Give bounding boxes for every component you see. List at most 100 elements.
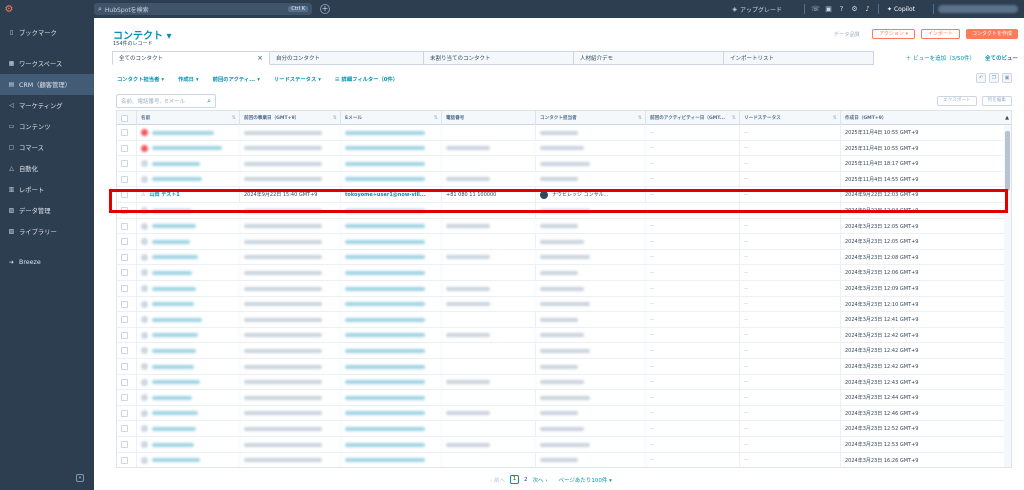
table-row[interactable]: -- -- 2024年3月23日 12:43 GMT+9 bbox=[117, 374, 1011, 391]
sidebar-item-automation[interactable]: △ 自動化 bbox=[0, 158, 94, 179]
column-header-phone[interactable]: 電話番号 bbox=[442, 111, 536, 125]
table-row[interactable]: -- -- 2025年11月4日 14:55 GMT+9 bbox=[117, 171, 1011, 188]
email-link[interactable]: tokoyome+user1@now-vill... bbox=[345, 192, 426, 198]
table-row[interactable]: -- -- 2025年11月4日 10:55 GMT+9 bbox=[117, 140, 1011, 157]
row-checkbox[interactable] bbox=[121, 191, 128, 199]
redacted-name[interactable] bbox=[152, 395, 192, 400]
table-row[interactable]: -- -- 2024年3月23日 12:09 GMT+9 bbox=[117, 281, 1011, 297]
sidebar-item-data-management[interactable]: ▧ データ管理 bbox=[0, 200, 94, 221]
table-row[interactable]: -- -- 2024年3月23日 12:05 GMT+9 bbox=[117, 234, 1011, 250]
table-row-highlighted[interactable]: ⚠ 山田 テスト1 2024年9月22日 15:40 GMT+9 tokoyome+u… bbox=[117, 187, 1011, 203]
redacted-name[interactable] bbox=[152, 224, 196, 229]
page-1-button[interactable]: 1 bbox=[509, 475, 519, 484]
redacted-name[interactable] bbox=[152, 411, 198, 416]
redacted-name[interactable] bbox=[152, 302, 194, 307]
tab-import-list[interactable]: インポートリスト bbox=[724, 51, 874, 65]
all-views-link[interactable]: 全てのビュー bbox=[985, 54, 1018, 62]
redacted-name[interactable] bbox=[152, 458, 200, 463]
row-checkbox[interactable] bbox=[121, 316, 128, 324]
page-2-button[interactable]: 2 bbox=[524, 477, 528, 483]
prev-page-button[interactable]: ‹ 前へ bbox=[490, 476, 505, 484]
add-view-button[interactable]: ＋ ビューを追加（3/50件） bbox=[906, 54, 975, 62]
account-menu[interactable] bbox=[938, 5, 1018, 13]
redacted-name[interactable] bbox=[152, 208, 192, 213]
table-search-input[interactable]: 名前、電話番号、Eメール ⌕ bbox=[116, 94, 216, 108]
redacted-name[interactable] bbox=[152, 442, 194, 447]
upgrade-button[interactable]: ◈ アップグレード bbox=[732, 5, 782, 14]
export-button[interactable]: エクスポート bbox=[937, 96, 977, 106]
advanced-filters-button[interactable]: ☰ 詳細フィルター（0件） bbox=[335, 75, 398, 83]
tab-all-contacts[interactable]: 全てのコンタクト × bbox=[112, 51, 270, 65]
table-row[interactable]: -- -- 2024年3月23日 12:52 GMT+9 bbox=[117, 421, 1011, 437]
row-checkbox[interactable] bbox=[121, 222, 128, 230]
actions-button[interactable]: アクション ▾ bbox=[872, 29, 915, 39]
redacted-name[interactable] bbox=[152, 364, 194, 369]
row-checkbox[interactable] bbox=[121, 378, 128, 386]
sidebar-collapse-icon[interactable]: « bbox=[76, 474, 84, 482]
row-checkbox[interactable] bbox=[121, 394, 128, 402]
table-row[interactable]: -- -- 2024年3月23日 12:06 GMT+9 bbox=[117, 265, 1011, 281]
undo-icon[interactable]: ↶ bbox=[976, 73, 986, 83]
data-quality-link[interactable]: データ品質 bbox=[834, 30, 861, 38]
row-checkbox[interactable] bbox=[121, 441, 128, 448]
column-header-name[interactable]: 名前 ⇅ bbox=[137, 111, 240, 125]
row-checkbox[interactable] bbox=[121, 160, 128, 168]
per-page-select[interactable]: ページあたり100件 ▾ bbox=[558, 476, 611, 484]
copy-icon[interactable]: ❐ bbox=[989, 73, 999, 83]
table-row[interactable]: -- -- 2024年3月23日 12:46 GMT+9 bbox=[117, 405, 1011, 422]
marketplace-icon[interactable]: ▣ bbox=[822, 5, 835, 13]
column-header-create-date[interactable]: 作成日（GMT+9） ▲ bbox=[841, 111, 1011, 125]
save-icon[interactable]: ▣ bbox=[1002, 73, 1012, 83]
next-page-button[interactable]: 次へ › bbox=[532, 476, 547, 484]
help-icon[interactable]: ? bbox=[835, 5, 848, 13]
select-all-checkbox[interactable] bbox=[121, 114, 128, 122]
redacted-name[interactable] bbox=[152, 348, 196, 353]
table-row[interactable]: -- -- 2025年11月4日 18:17 GMT+9 bbox=[117, 156, 1011, 172]
table-scrollbar[interactable] bbox=[1004, 125, 1011, 467]
sidebar-item-content[interactable]: ▭ コンテンツ bbox=[0, 116, 94, 137]
table-row[interactable]: -- -- 2024年3月23日 12:08 GMT+9 bbox=[117, 249, 1011, 266]
redacted-name[interactable] bbox=[152, 177, 202, 182]
redacted-name[interactable] bbox=[152, 317, 202, 322]
row-checkbox[interactable] bbox=[121, 300, 128, 308]
redacted-name[interactable] bbox=[152, 270, 192, 275]
filter-contact-owner[interactable]: コンタクト担当者 ▾ bbox=[117, 75, 164, 83]
filter-create-date[interactable]: 作成日 ▾ bbox=[178, 75, 199, 83]
table-row[interactable]: -- -- 2024年3月23日 12:44 GMT+9 bbox=[117, 390, 1011, 406]
column-header-last-date[interactable]: 前回の事業日（GMT+9） ⇅ bbox=[240, 111, 341, 125]
row-checkbox[interactable] bbox=[121, 409, 128, 417]
row-checkbox[interactable] bbox=[121, 238, 128, 246]
redacted-name[interactable] bbox=[152, 380, 200, 385]
table-row[interactable]: -- -- 2024年3月23日 12:05 GMT+9 bbox=[117, 218, 1011, 235]
row-checkbox[interactable] bbox=[121, 347, 128, 355]
column-header-owner[interactable]: コンタクト担当者 ⇅ bbox=[536, 111, 646, 125]
redacted-name[interactable] bbox=[152, 146, 222, 151]
sidebar-item-breeze[interactable]: ➜ Breeze bbox=[0, 252, 94, 273]
edit-columns-button[interactable]: 列を編集 bbox=[981, 96, 1012, 106]
row-checkbox[interactable] bbox=[121, 253, 128, 261]
sidebar-item-commerce[interactable]: ▢ コマース bbox=[0, 137, 94, 158]
table-row[interactable]: -- -- 2024年3月23日 12:42 GMT+9 bbox=[117, 343, 1011, 359]
sidebar-item-crm[interactable]: ▤ CRM（顧客管理） bbox=[0, 74, 94, 95]
sidebar-item-workspace[interactable]: ▦ ワークスペース bbox=[0, 53, 94, 74]
table-row[interactable]: -- -- 2024年3月23日 12:42 GMT+9 bbox=[117, 327, 1011, 344]
settings-gear-icon[interactable]: ⚙ bbox=[848, 5, 861, 13]
redacted-name[interactable] bbox=[152, 255, 198, 260]
contact-name-link[interactable]: 山田 テスト1 bbox=[149, 191, 179, 198]
row-checkbox[interactable] bbox=[121, 285, 128, 292]
sidebar-item-library[interactable]: ▨ ライブラリー bbox=[0, 221, 94, 242]
tab-my-contacts[interactable]: 自分のコンタクト bbox=[270, 51, 424, 65]
sidebar-item-marketing[interactable]: ◁ マーケティング bbox=[0, 95, 94, 116]
hubspot-logo-icon[interactable]: ⚙ bbox=[0, 0, 18, 18]
table-row[interactable]: -- -- 2024年3月23日 16:26 GMT+9 bbox=[117, 452, 1011, 467]
quick-create-plus-icon[interactable]: + bbox=[320, 4, 330, 14]
column-header-email[interactable]: Eメール ⇅ bbox=[341, 111, 442, 125]
table-row[interactable]: -- -- 2025年11月4日 10:55 GMT+9 bbox=[117, 125, 1011, 141]
phone-icon[interactable]: ☏ bbox=[809, 5, 822, 13]
close-tab-icon[interactable]: × bbox=[257, 54, 263, 62]
sidebar-item-reports[interactable]: ▥ レポート bbox=[0, 179, 94, 200]
sidebar-item-bookmarks[interactable]: ▯ ブックマーク bbox=[0, 22, 94, 43]
row-checkbox[interactable] bbox=[121, 331, 128, 339]
filter-last-activity[interactable]: 前回のアクティ... ▾ bbox=[213, 75, 260, 83]
tab-unassigned-contacts[interactable]: 未割り当てのコンタクト bbox=[424, 51, 574, 65]
